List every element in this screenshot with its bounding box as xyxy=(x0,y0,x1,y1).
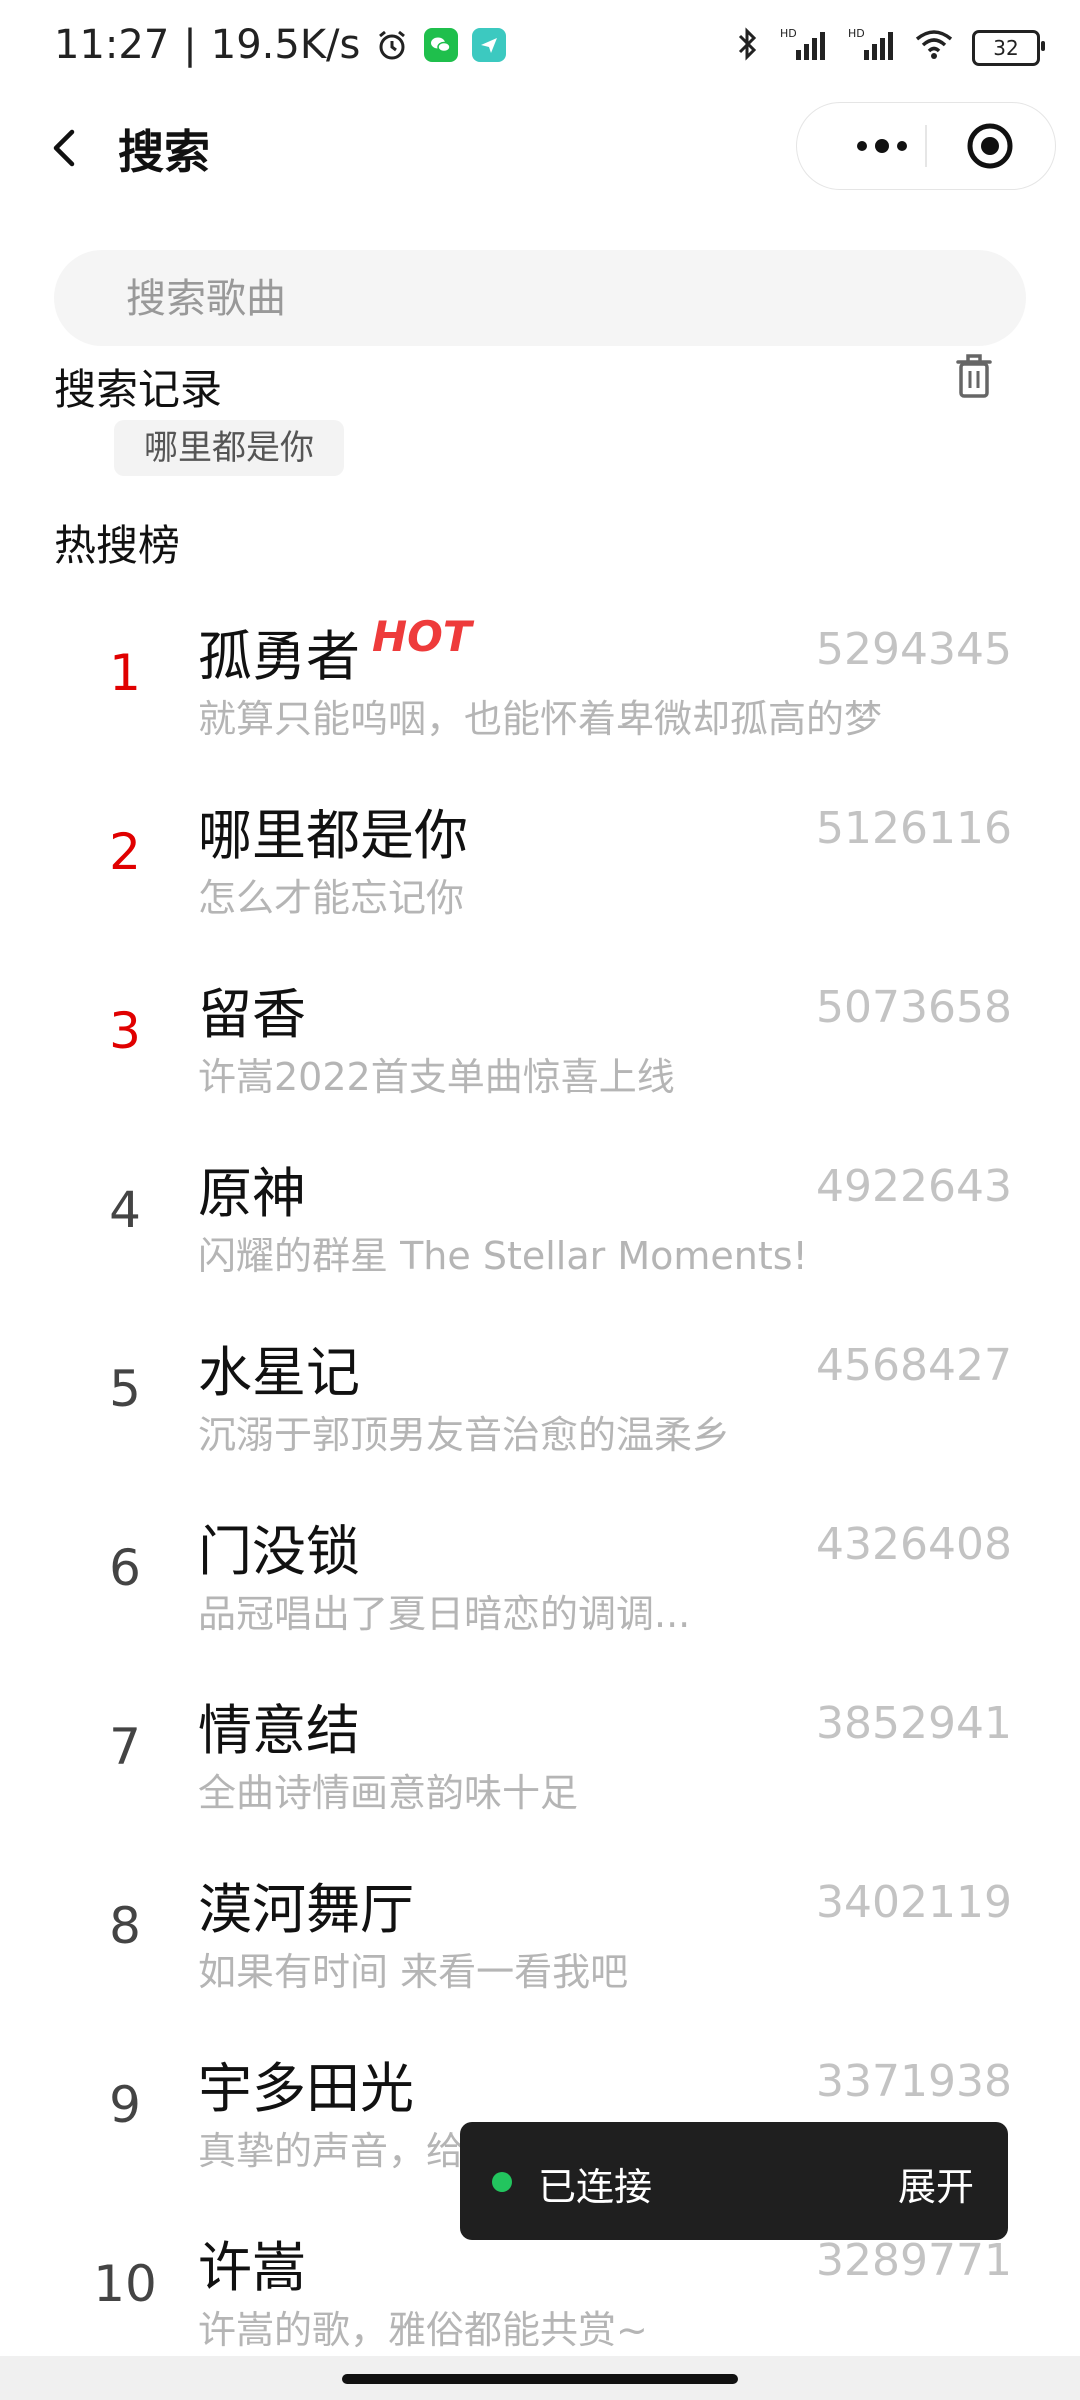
song-description: 闪耀的群星 The Stellar Moments! xyxy=(198,1234,808,1278)
song-name: 孤勇者 xyxy=(198,625,360,688)
rank-number: 9 xyxy=(109,2076,141,2134)
more-button[interactable] xyxy=(827,103,937,189)
song-title: 门没锁 xyxy=(198,1520,360,1583)
bluetooth-icon xyxy=(736,26,760,69)
svg-text:HD: HD xyxy=(848,27,865,40)
connection-toast: 已连接 展开 xyxy=(460,2122,1008,2240)
send-app-icon xyxy=(472,28,507,62)
search-count: 3289771 xyxy=(816,2235,1012,2286)
capsule-divider xyxy=(925,125,927,167)
search-count: 5126116 xyxy=(816,803,1012,854)
clock: 11:27 xyxy=(54,22,170,68)
connected-status-dot xyxy=(492,2172,512,2192)
signal-icon-2: HD xyxy=(846,26,896,69)
search-count: 5294345 xyxy=(816,624,1012,675)
connection-status: 已连接 xyxy=(538,2165,653,2209)
search-count: 4922643 xyxy=(816,1161,1012,1212)
search-count: 4568427 xyxy=(816,1340,1012,1391)
battery-level: 32 xyxy=(993,35,1019,60)
hot-list-row[interactable]: 1 孤勇者 HOT 5294345 就算只能呜咽，也能怀着卑微却孤高的梦 xyxy=(0,598,1080,776)
rank-number: 5 xyxy=(109,1360,141,1418)
search-count: 3371938 xyxy=(816,2056,1012,2107)
song-title: 水星记 xyxy=(198,1341,360,1404)
alarm-icon xyxy=(374,27,410,63)
song-title: 漠河舞厅 xyxy=(198,1878,414,1941)
page-title: 搜索 xyxy=(118,125,210,179)
search-count: 3402119 xyxy=(816,1877,1012,1928)
rank-number: 8 xyxy=(109,1897,141,1955)
song-description: 品冠唱出了夏日暗恋的调调... xyxy=(198,1592,691,1636)
hot-list-title: 热搜榜 xyxy=(54,521,181,570)
trash-icon xyxy=(956,354,992,398)
search-count: 4326408 xyxy=(816,1519,1012,1570)
hot-list-row[interactable]: 6 门没锁 4326408 品冠唱出了夏日暗恋的调调... xyxy=(0,1493,1080,1671)
song-description: 就算只能呜咽，也能怀着卑微却孤高的梦 xyxy=(198,697,883,741)
status-bar: 11:27 | 19.5K/s HD HD 32 xyxy=(0,0,1080,100)
network-speed: 19.5K/s xyxy=(210,22,361,68)
hot-list-row[interactable]: 7 情意结 3852941 全曲诗情画意韵味十足 xyxy=(0,1672,1080,1850)
rank-number: 4 xyxy=(109,1181,141,1239)
hot-list-row[interactable]: 4 原神 4922643 闪耀的群星 The Stellar Moments! xyxy=(0,1135,1080,1313)
song-description: 沉溺于郭顶男友音治愈的温柔乡 xyxy=(198,1413,731,1457)
search-input[interactable] xyxy=(124,250,988,348)
search-count: 3852941 xyxy=(816,1698,1012,1749)
clear-history-button[interactable] xyxy=(950,350,998,402)
song-title: 许嵩 xyxy=(198,2236,306,2299)
close-miniprogram-button[interactable] xyxy=(965,121,1015,171)
song-title: 哪里都是你 xyxy=(198,804,468,867)
rank-number: 1 xyxy=(109,644,141,702)
rank-number: 6 xyxy=(109,1539,141,1597)
status-left: 11:27 | 19.5K/s xyxy=(54,22,507,68)
hot-list-row[interactable]: 8 漠河舞厅 3402119 如果有时间 来看一看我吧 xyxy=(0,1851,1080,2029)
song-title: 原神 xyxy=(198,1162,306,1225)
history-chip[interactable]: 哪里都是你 xyxy=(114,420,344,476)
song-title: 留香 xyxy=(198,983,306,1046)
bottom-bar xyxy=(0,2356,1080,2400)
history-title: 搜索记录 xyxy=(54,365,223,414)
capsule-menu xyxy=(796,102,1056,190)
back-button[interactable] xyxy=(36,118,96,178)
signal-icon-1: HD xyxy=(778,26,828,69)
battery-icon: 32 xyxy=(972,29,1045,66)
rank-number: 3 xyxy=(109,1002,141,1060)
search-box xyxy=(54,250,1026,348)
song-title: 孤勇者 HOT xyxy=(198,612,472,691)
song-description: 许嵩2022首支单曲惊喜上线 xyxy=(198,1055,675,1099)
chevron-left-icon xyxy=(53,129,75,167)
rank-number: 2 xyxy=(109,823,141,881)
hot-list-row[interactable]: 5 水星记 4568427 沉溺于郭顶男友音治愈的温柔乡 xyxy=(0,1314,1080,1492)
song-title: 宇多田光 xyxy=(198,2057,414,2120)
target-icon xyxy=(967,123,1013,169)
status-right: HD HD 32 xyxy=(736,26,1045,69)
song-description: 全曲诗情画意韵味十足 xyxy=(198,1771,579,1815)
hot-list-row[interactable]: 3 留香 5073658 许嵩2022首支单曲惊喜上线 xyxy=(0,956,1080,1134)
more-dots-icon xyxy=(857,139,907,153)
song-description: 怎么才能忘记你 xyxy=(198,876,465,920)
song-description: 如果有时间 来看一看我吧 xyxy=(198,1950,629,1994)
wechat-icon xyxy=(424,28,459,62)
hot-list-row[interactable]: 2 哪里都是你 5126116 怎么才能忘记你 xyxy=(0,777,1080,955)
expand-button[interactable]: 展开 xyxy=(898,2156,974,2211)
status-separator: | xyxy=(183,22,197,68)
rank-number: 7 xyxy=(109,1718,141,1776)
song-description: 许嵩的歌，雅俗都能共赏~ xyxy=(198,2308,648,2352)
rank-number: 10 xyxy=(93,2255,157,2313)
hot-badge: HOT xyxy=(372,612,472,661)
nav-header: 搜索 xyxy=(0,100,1080,220)
song-title: 情意结 xyxy=(198,1699,360,1762)
hd-label: HD xyxy=(780,27,797,40)
home-indicator[interactable] xyxy=(342,2374,738,2384)
search-count: 5073658 xyxy=(816,982,1012,1033)
wifi-icon xyxy=(914,27,954,68)
